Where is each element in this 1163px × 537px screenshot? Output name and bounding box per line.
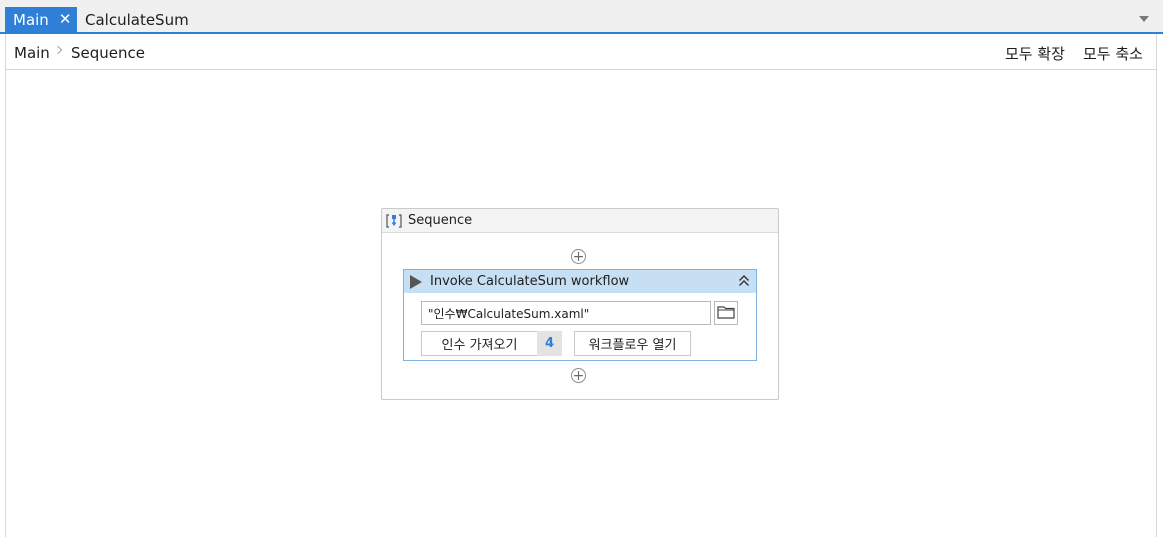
tab-calculatesum-label: CalculateSum	[85, 11, 189, 29]
tab-calculatesum[interactable]: CalculateSum	[85, 9, 189, 31]
invoke-title: Invoke CalculateSum workflow	[430, 274, 630, 289]
sequence-header[interactable]: Sequence	[382, 209, 778, 233]
breadcrumb: Main Sequence 모두 확장 모두 축소	[6, 34, 1156, 70]
close-icon[interactable]: ✕	[59, 12, 72, 27]
document-tab-bar: Main ✕ CalculateSum	[0, 0, 1163, 34]
argument-count-badge: 4	[537, 331, 562, 356]
open-workflow-label: 워크플로우 열기	[588, 338, 677, 353]
play-icon	[410, 274, 422, 289]
breadcrumb-item-sequence[interactable]: Sequence	[71, 44, 145, 62]
tab-main[interactable]: Main ✕	[5, 7, 77, 32]
sequence-icon	[386, 213, 402, 229]
breadcrumb-item-main[interactable]: Main	[14, 44, 50, 62]
folder-icon	[717, 304, 735, 323]
expand-all-button[interactable]: 모두 확장	[1005, 43, 1065, 64]
open-workflow-button[interactable]: 워크플로우 열기	[574, 331, 691, 356]
collapse-icon[interactable]	[738, 274, 750, 288]
invoke-workflow-activity[interactable]: Invoke CalculateSum workflow 인수 가져오기 4 워…	[403, 269, 757, 361]
add-activity-icon[interactable]: +	[571, 368, 586, 383]
import-arguments-button[interactable]: 인수 가져오기	[421, 331, 538, 356]
tab-main-label: Main	[13, 10, 49, 29]
import-arguments-label: 인수 가져오기	[441, 338, 518, 353]
browse-folder-button[interactable]	[714, 301, 738, 325]
invoke-header[interactable]: Invoke CalculateSum workflow	[404, 270, 756, 293]
workflow-path-input[interactable]	[421, 301, 711, 325]
sequence-activity[interactable]: Sequence + Invoke CalculateSum workflow	[381, 208, 779, 400]
collapse-all-button[interactable]: 모두 축소	[1083, 43, 1143, 64]
chevron-right-icon	[53, 45, 63, 55]
dropdown-arrow-icon[interactable]	[1139, 16, 1149, 22]
sequence-title: Sequence	[408, 213, 473, 228]
add-activity-icon[interactable]: +	[571, 249, 586, 264]
